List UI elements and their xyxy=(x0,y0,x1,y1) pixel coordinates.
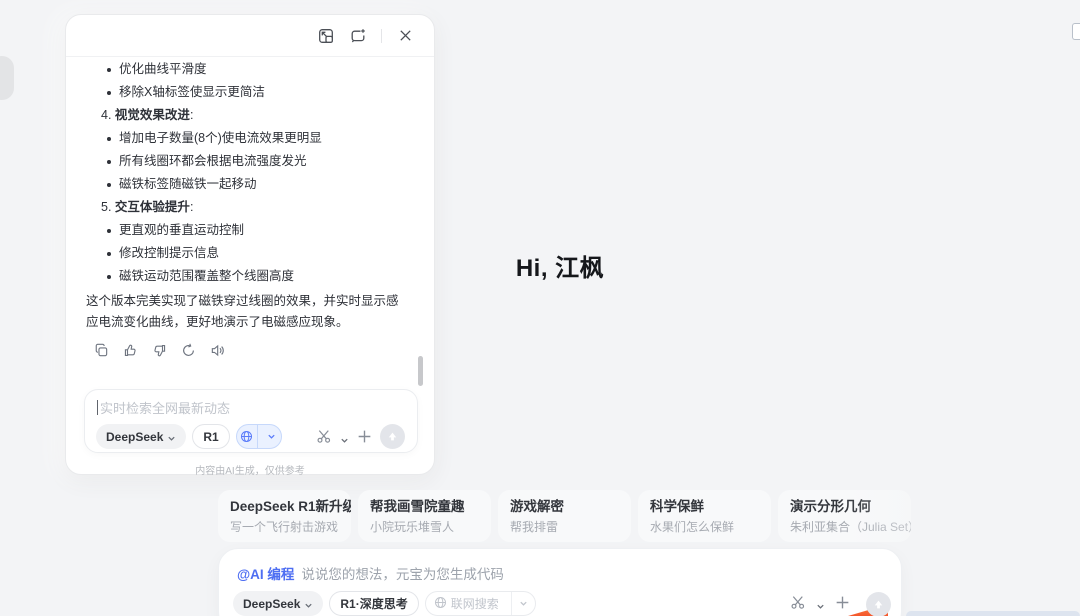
list-item: 增加电子数量(8个)使电流效果更明显 xyxy=(66,127,434,150)
send-button[interactable] xyxy=(380,424,405,449)
floating-chat-panel: 优化曲线平滑度 移除X轴标签使显示更简洁 4. 视觉效果改进: 增加电子数量(8… xyxy=(65,14,435,475)
assistant-message: 优化曲线平滑度 移除X轴标签使显示更简洁 4. 视觉效果改进: 增加电子数量(8… xyxy=(66,58,434,388)
message-actions xyxy=(66,333,434,359)
suggestion-cards: DeepSeek R1新升级 写一个飞行射击游戏 帮我画雪院童趣 小院玩乐堆雪人… xyxy=(218,490,911,542)
send-button[interactable] xyxy=(866,592,891,616)
card-title: 帮我画雪院童趣 xyxy=(370,498,479,516)
model-badge-label: R1 xyxy=(203,430,218,444)
greeting: Hi, 江枫 xyxy=(218,248,902,283)
list-item: 移除X轴标签使显示更简洁 xyxy=(66,81,434,104)
chevron-down-icon[interactable] xyxy=(816,598,825,607)
ai-disclaimer: 内容由AI生成，仅供参考 xyxy=(66,462,434,477)
read-aloud-icon[interactable] xyxy=(210,343,226,359)
main-composer-pills: DeepSeek R1·深度思考 联网搜索 xyxy=(233,591,536,616)
list-item-text: 增加电子数量(8个)使电流效果更明显 xyxy=(119,131,322,145)
deep-think-pill[interactable]: R1·深度思考 xyxy=(329,591,418,616)
picture-in-picture-icon[interactable] xyxy=(317,27,334,44)
web-search-pill[interactable]: 联网搜索 xyxy=(425,591,536,616)
list-item-text: 移除X轴标签使显示更简洁 xyxy=(119,85,265,99)
card-subtitle: 朱利亚集合（Julia Set） xyxy=(790,518,899,536)
model-selector-pill[interactable]: DeepSeek xyxy=(96,424,186,449)
message-summary: 这个版本完美实现了磁铁穿过线圈的效果，并实时显示感应电流变化曲线，更好地演示了电… xyxy=(66,288,434,333)
regenerate-icon[interactable] xyxy=(181,343,197,359)
panel-scrollbar[interactable] xyxy=(418,356,423,386)
new-chat-icon[interactable] xyxy=(349,27,366,44)
globe-icon[interactable] xyxy=(237,425,258,448)
plus-icon[interactable] xyxy=(356,428,373,445)
main-composer-input[interactable]: @AI 编程 说说您的想法，元宝为您生成代码 xyxy=(237,563,504,583)
list-item-text: 更直观的垂直运动控制 xyxy=(119,223,244,237)
section-title: 视觉效果改进 xyxy=(115,108,190,122)
panel-composer-input[interactable]: 实时检索全网最新动态 xyxy=(97,398,230,417)
card-title: DeepSeek R1新升级 xyxy=(230,498,339,516)
suggestion-card[interactable]: DeepSeek R1新升级 写一个飞行射击游戏 xyxy=(218,490,351,542)
card-title: 演示分形几何 xyxy=(790,498,899,516)
model-selector-label: DeepSeek xyxy=(106,430,163,444)
scissors-icon[interactable] xyxy=(316,428,333,445)
edge-handle[interactable] xyxy=(0,56,14,100)
copy-icon[interactable] xyxy=(94,343,110,359)
section-title: 交互体验提升 xyxy=(115,200,190,214)
thumbs-up-icon[interactable] xyxy=(123,343,139,359)
web-search-segment[interactable]: 联网搜索 xyxy=(426,592,507,615)
bottom-panel-edge xyxy=(906,611,1080,616)
list-item: 磁铁标签随磁铁一起移动 xyxy=(66,173,434,196)
panel-composer-pills: DeepSeek R1 xyxy=(96,424,282,449)
card-subtitle: 写一个飞行射击游戏 xyxy=(230,518,339,536)
header-separator xyxy=(381,29,382,43)
main-composer[interactable]: @AI 编程 说说您的想法，元宝为您生成代码 DeepSeek R1·深度思考 … xyxy=(218,548,902,616)
web-search-label: 联网搜索 xyxy=(451,595,499,612)
close-icon[interactable] xyxy=(397,27,414,44)
model-selector-label: DeepSeek xyxy=(243,597,300,611)
partial-window-icon[interactable] xyxy=(1072,23,1080,40)
suggestion-card[interactable]: 科学保鲜 水果们怎么保鲜 xyxy=(638,490,771,542)
suggestion-card[interactable]: 演示分形几何 朱利亚集合（Julia Set） xyxy=(778,490,911,542)
card-subtitle: 水果们怎么保鲜 xyxy=(650,518,759,536)
list-item-text: 磁铁标签随磁铁一起移动 xyxy=(119,177,257,191)
list-item-text: 所有线圈环都会根据电流强度发光 xyxy=(119,154,307,168)
card-subtitle: 帮我排雷 xyxy=(510,518,619,536)
globe-icon xyxy=(434,596,447,612)
numbered-heading: 4. 视觉效果改进: xyxy=(66,104,434,127)
list-item: 更直观的垂直运动控制 xyxy=(66,219,434,242)
main-input-placeholder: 说说您的想法，元宝为您生成代码 xyxy=(301,563,504,583)
card-subtitle: 小院玩乐堆雪人 xyxy=(370,518,479,536)
chevron-down-icon[interactable] xyxy=(340,432,349,441)
list-item: 优化曲线平滑度 xyxy=(66,58,434,81)
text-caret xyxy=(97,400,98,415)
card-title: 游戏解密 xyxy=(510,498,619,516)
chevron-down-icon xyxy=(167,432,176,441)
model-badge-pill[interactable]: R1 xyxy=(192,424,229,449)
model-selector-pill[interactable]: DeepSeek xyxy=(233,591,323,616)
card-title: 科学保鲜 xyxy=(650,498,759,516)
web-search-toggle-pill[interactable] xyxy=(236,424,282,449)
suggestion-card[interactable]: 帮我画雪院童趣 小院玩乐堆雪人 xyxy=(358,490,491,542)
list-number: 5. xyxy=(101,200,111,214)
chevron-down-icon[interactable] xyxy=(511,592,535,615)
list-item-text: 修改控制提示信息 xyxy=(119,246,219,260)
panel-composer[interactable]: 实时检索全网最新动态 DeepSeek R1 xyxy=(84,389,418,453)
chevron-down-icon xyxy=(304,599,313,608)
scissors-icon[interactable] xyxy=(790,594,807,611)
ai-coding-mention[interactable]: @AI 编程 xyxy=(237,563,294,583)
list-number: 4. xyxy=(101,108,111,122)
panel-composer-tools xyxy=(316,424,405,449)
panel-header xyxy=(66,15,434,57)
deep-think-label: R1·深度思考 xyxy=(340,595,407,612)
panel-input-placeholder: 实时检索全网最新动态 xyxy=(100,398,230,417)
chevron-down-icon[interactable] xyxy=(262,425,281,448)
thumbs-down-icon[interactable] xyxy=(152,343,168,359)
list-item-text: 优化曲线平滑度 xyxy=(119,62,207,76)
list-item: 所有线圈环都会根据电流强度发光 xyxy=(66,150,434,173)
plus-icon[interactable] xyxy=(834,594,851,611)
suggestion-card[interactable]: 游戏解密 帮我排雷 xyxy=(498,490,631,542)
numbered-heading: 5. 交互体验提升: xyxy=(66,196,434,219)
